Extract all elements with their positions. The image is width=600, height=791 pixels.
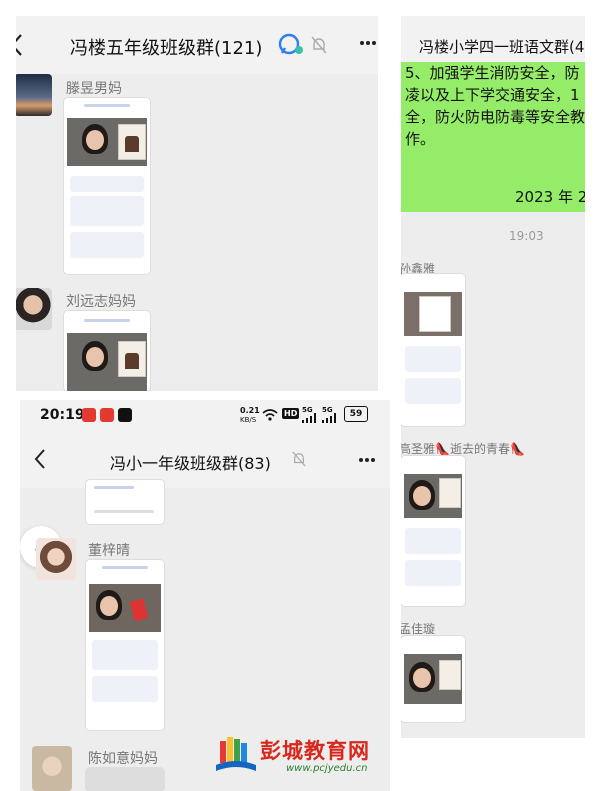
- signal-bars-icon: [322, 413, 336, 423]
- chat-preview-row: [405, 378, 461, 404]
- screenshot-image[interactable]: [64, 98, 150, 274]
- chat-panel-grade4-chinese: 冯楼小学四一班语文群(4 5、加强学生消防安全，防 凌以及上下学交通安全，1 全…: [401, 16, 585, 738]
- more-options-icon[interactable]: [359, 40, 377, 46]
- screenshot-image[interactable]: [401, 636, 465, 722]
- person-face: [413, 486, 431, 506]
- poster: [439, 660, 461, 690]
- avatar[interactable]: [16, 74, 52, 116]
- member-name: 滕昱男妈: [66, 81, 122, 97]
- back-chevron-icon[interactable]: [34, 448, 46, 470]
- person-face: [413, 668, 431, 688]
- person-face: [86, 130, 104, 150]
- image-text-line: [84, 104, 130, 107]
- deer-figure: [125, 353, 139, 369]
- deer-figure: [125, 136, 139, 152]
- chat-preview-row: [405, 560, 461, 586]
- screenshot-image[interactable]: [86, 768, 164, 791]
- tiktok-icon: [118, 408, 132, 422]
- text-message-bubble[interactable]: 5、加强学生消防安全，防 凌以及上下学交通安全，1 全，防火防电防毒等安全教 作…: [401, 62, 585, 212]
- signal-bars-icon: [302, 413, 316, 423]
- chat-preview-row: [92, 676, 158, 702]
- chat-preview-row: [70, 196, 144, 226]
- image-text-line: [84, 319, 130, 322]
- hd-badge: HD: [282, 408, 300, 419]
- message-line: 全，防火防电防毒等安全教: [405, 108, 585, 126]
- more-options-icon[interactable]: [358, 457, 376, 463]
- back-chevron-icon[interactable]: [16, 33, 24, 57]
- poster: [419, 296, 451, 332]
- screenshot-image[interactable]: [86, 560, 164, 730]
- mute-bell-icon[interactable]: [311, 36, 327, 54]
- site-watermark: 彭城教育网 www.pcjyedu.cn: [214, 733, 390, 781]
- status-bar: 20:19 0.21 KB/S HD 5G 5G 59: [20, 400, 390, 430]
- time-divider: 19:03: [509, 229, 544, 243]
- member-name: 孟佳璇: [401, 622, 436, 636]
- screenshot-image[interactable]: [401, 274, 465, 426]
- message-line: 作。: [405, 130, 436, 148]
- clock: 20:19: [40, 407, 85, 423]
- group-ai-icon[interactable]: [278, 33, 304, 57]
- chat-preview-row: [92, 640, 158, 670]
- person-face: [86, 347, 104, 367]
- chat-panel-grade5: 冯楼五年级班级群(121) 滕昱男妈 刘远志妈妈: [16, 16, 378, 391]
- app-notification-icon: [82, 408, 96, 422]
- message-date: 2023 年 2: [515, 188, 585, 206]
- avatar[interactable]: [16, 288, 52, 330]
- app-notification-icon: [100, 408, 114, 422]
- mute-bell-icon[interactable]: [292, 451, 306, 467]
- battery-indicator: 59: [344, 406, 368, 422]
- brand-name: 彭城教育网: [260, 739, 370, 763]
- member-name: 高圣雅👠逝去的青春👠: [401, 442, 525, 456]
- image-text-line: [102, 566, 148, 569]
- message-line: 凌以及上下学交通安全，1: [405, 86, 580, 104]
- member-name: 刘远志妈妈: [66, 294, 136, 310]
- message-line: 5、加强学生消防安全，防: [405, 64, 580, 82]
- chat-title: 冯楼五年级班级群(121): [70, 38, 263, 59]
- chat-preview-row: [405, 346, 461, 372]
- member-name: 陈如意妈妈: [88, 751, 158, 767]
- books-logo-icon: [214, 735, 258, 775]
- screenshot-image[interactable]: [86, 480, 164, 524]
- chat-title: 冯楼小学四一班语文群(4: [419, 38, 585, 56]
- image-text-line: [94, 486, 134, 489]
- chat-header: 冯小一年级班级群(83): [20, 430, 390, 488]
- battery-level: 59: [349, 409, 363, 419]
- person-face: [100, 596, 118, 616]
- avatar[interactable]: [32, 746, 72, 791]
- avatar[interactable]: [36, 538, 76, 580]
- member-name: 董梓晴: [88, 543, 130, 559]
- net-speed-value: 0.21: [240, 406, 260, 415]
- poster: [439, 478, 461, 508]
- chat-header: 冯楼五年级班级群(121): [16, 16, 378, 74]
- wifi-icon: [262, 408, 278, 421]
- chat-title: 冯小一年级班级群(83): [110, 454, 271, 473]
- screenshot-image[interactable]: [64, 311, 150, 391]
- chat-preview-row: [70, 176, 144, 192]
- image-text-line: [94, 510, 154, 513]
- chat-preview-row: [70, 232, 144, 258]
- brand-url: www.pcjyedu.cn: [286, 763, 368, 774]
- net-speed-unit: KB/S: [240, 416, 257, 424]
- chat-preview-row: [405, 528, 461, 554]
- screenshot-image[interactable]: [401, 456, 465, 606]
